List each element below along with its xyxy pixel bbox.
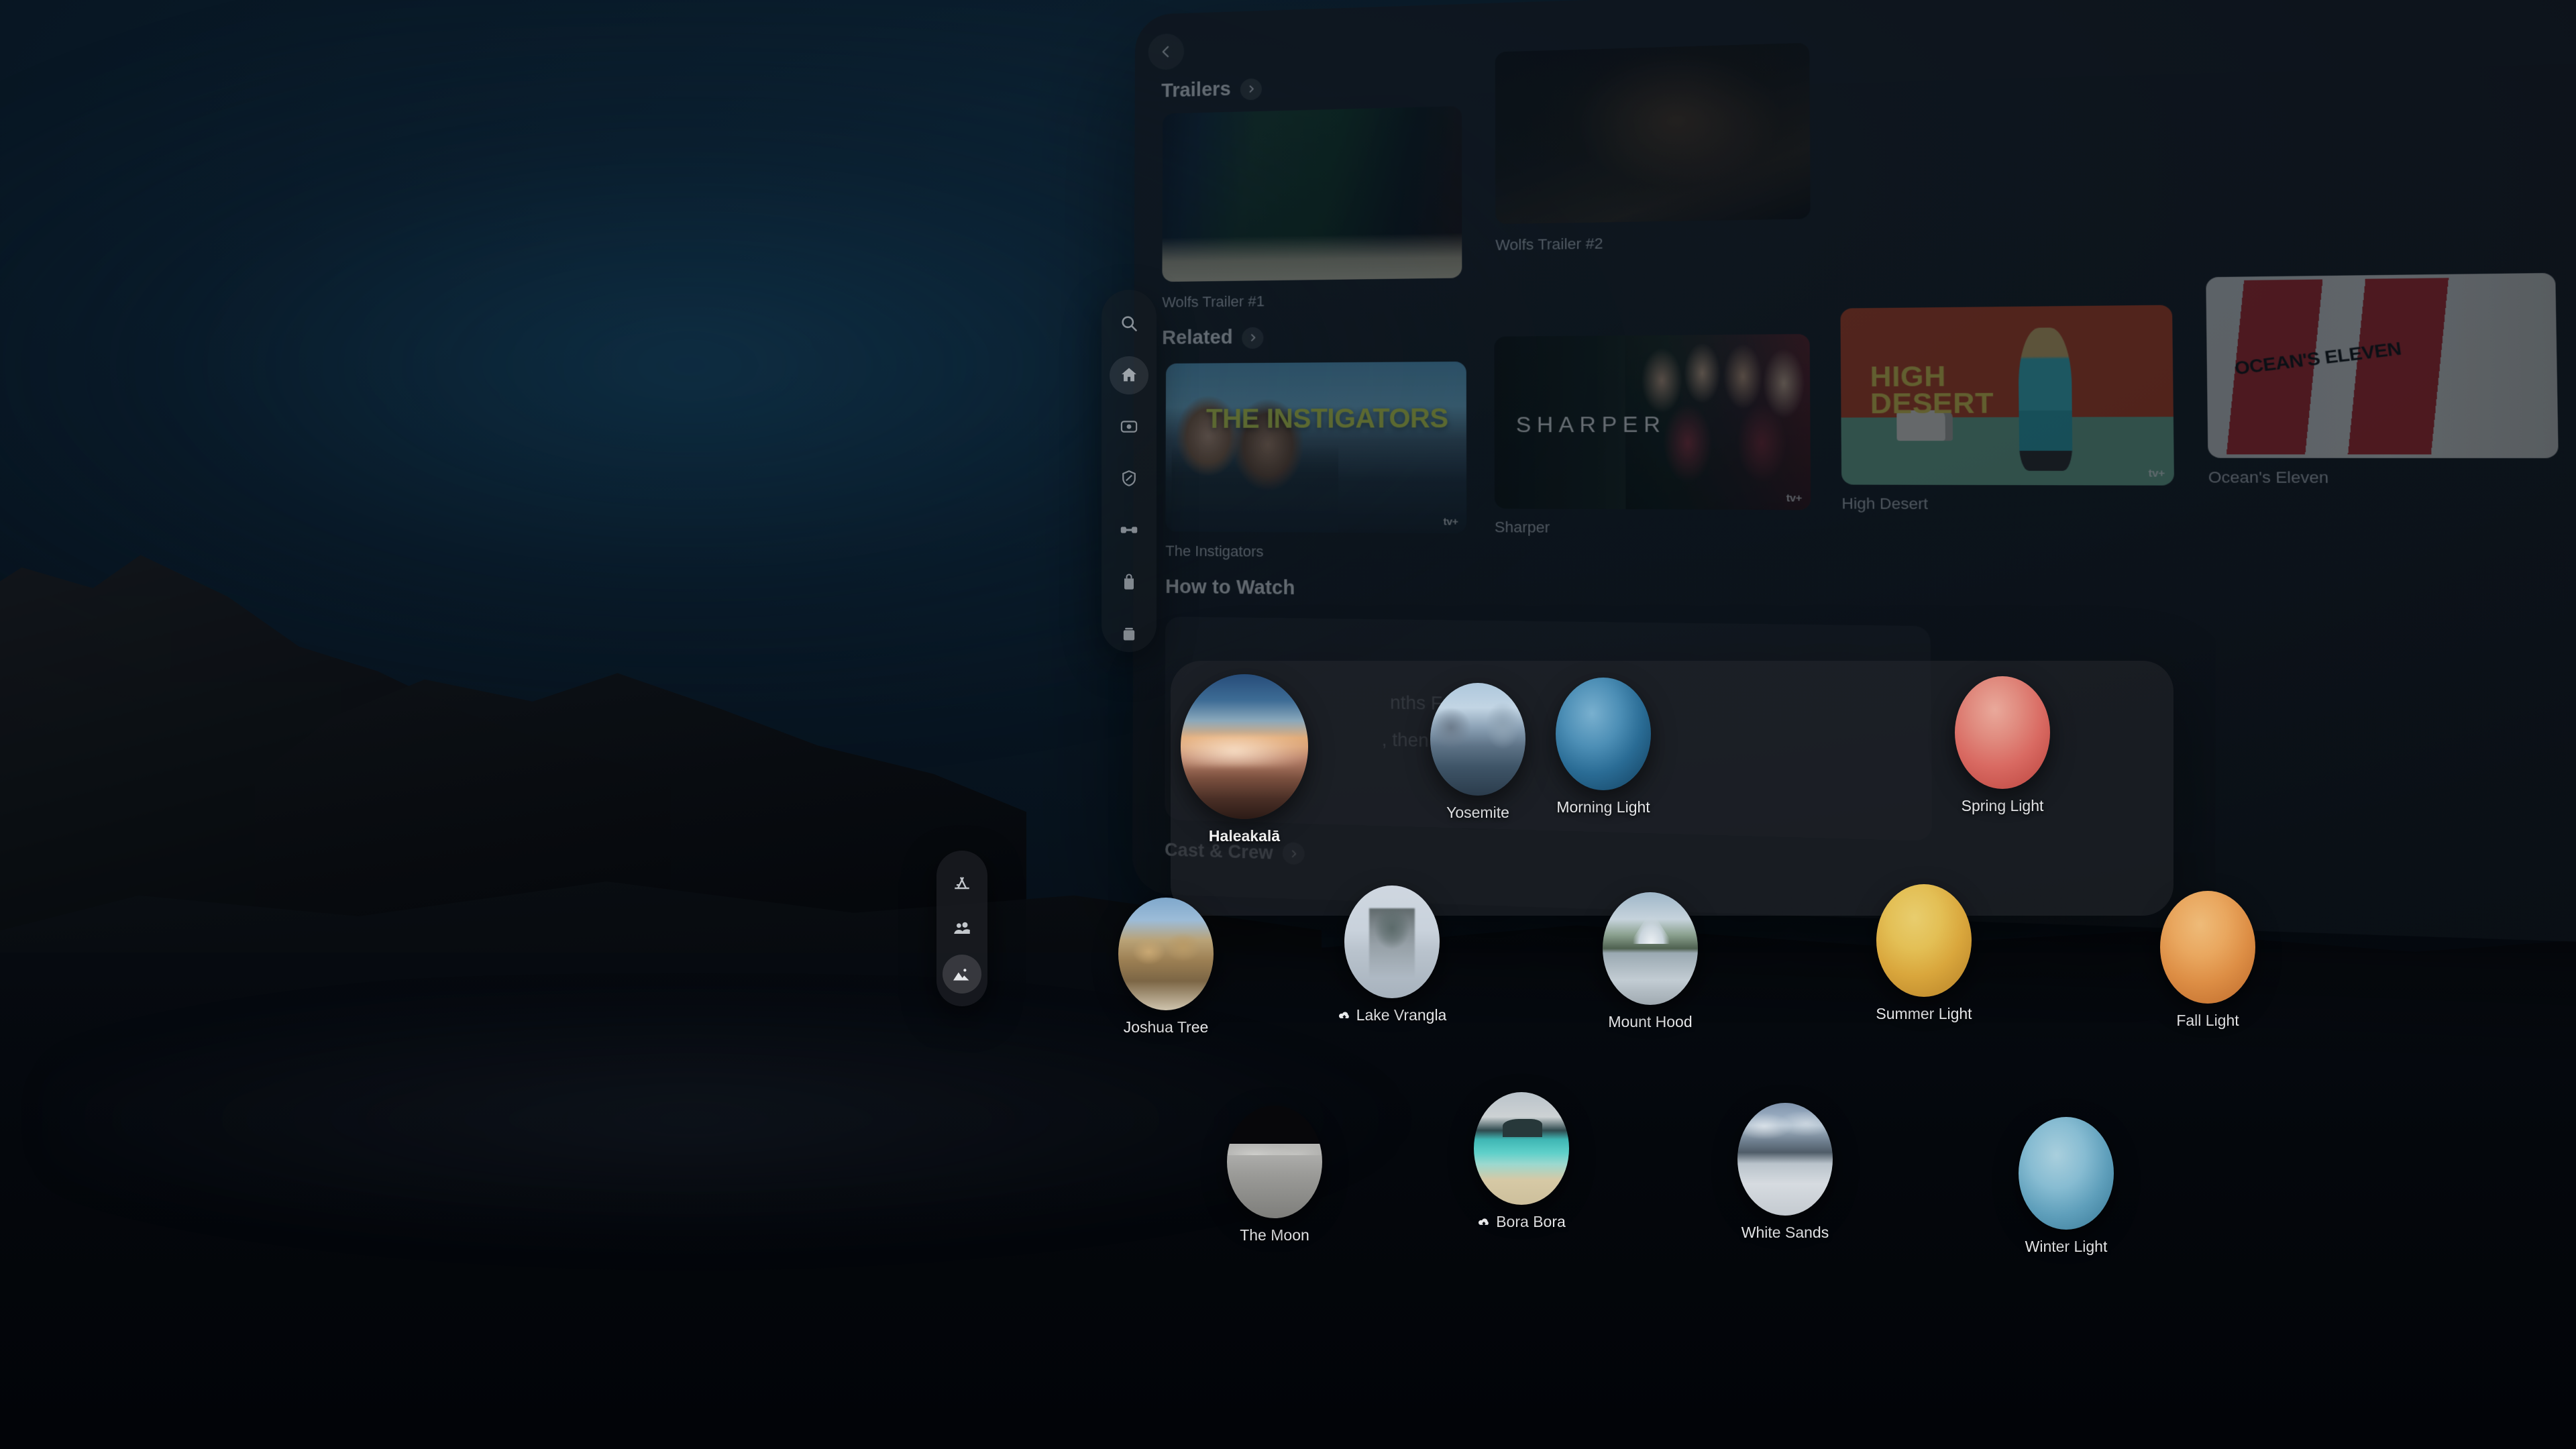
environment-item-yosemite[interactable]: Yosemite <box>1407 683 1548 822</box>
environment-label: Summer Light <box>1876 1005 1972 1022</box>
environment-label: Lake Vrangla <box>1322 1006 1462 1024</box>
home-ornament <box>936 851 987 1006</box>
environment-item-joshua-tree[interactable]: Joshua Tree <box>1095 898 1236 1036</box>
ornament-item-people[interactable] <box>943 909 981 948</box>
environment-label: White Sands <box>1741 1224 1829 1241</box>
environment-label: Spring Light <box>1961 797 2044 814</box>
environment-item-bora-bora[interactable]: Bora Bora <box>1451 1092 1592 1231</box>
environment-thumbnail[interactable] <box>1876 884 1972 997</box>
environment-thumbnail[interactable] <box>1430 683 1525 796</box>
environment-item-lake-vrangla[interactable]: Lake Vrangla <box>1322 885 1462 1024</box>
environments-icon <box>953 969 969 981</box>
environment-thumbnail[interactable] <box>1344 885 1440 998</box>
environment-item-winter-light[interactable]: Winter Light <box>1996 1117 2137 1256</box>
ornament-item-environments[interactable] <box>943 955 981 994</box>
environment-item-morning-light[interactable]: Morning Light <box>1533 678 1674 816</box>
environment-thumbnail[interactable] <box>1603 892 1698 1005</box>
environment-item-fall-light[interactable]: Fall Light <box>2137 891 2278 1030</box>
environment-thumbnail[interactable] <box>2160 891 2255 1004</box>
download-cloud-icon <box>1479 1218 1489 1225</box>
visionos-stage: Trailers Wolfs Trailer #1 Wolfs Trailer … <box>0 0 2576 1449</box>
environment-label: Mount Hood <box>1608 1013 1693 1030</box>
environment-label: Joshua Tree <box>1123 1018 1209 1036</box>
download-cloud-icon <box>1338 1011 1349 1018</box>
environment-thumbnail[interactable] <box>1474 1092 1569 1205</box>
environment-thumbnail[interactable] <box>2019 1117 2114 1230</box>
environment-label: Winter Light <box>2025 1238 2108 1255</box>
environment-item-spring-light[interactable]: Spring Light <box>1932 676 2073 815</box>
environment-label: Morning Light <box>1556 798 1650 816</box>
environment-item-the-moon[interactable]: The Moon <box>1204 1106 1345 1244</box>
app-library-icon <box>955 877 969 890</box>
people-icon <box>954 922 970 934</box>
environment-label: Yosemite <box>1446 804 1509 821</box>
environment-item-summer-light[interactable]: Summer Light <box>1854 884 1994 1023</box>
environment-thumbnail[interactable] <box>1955 676 2050 789</box>
environment-label: Bora Bora <box>1451 1213 1592 1231</box>
environment-thumbnail[interactable] <box>1181 674 1308 819</box>
environment-thumbnail[interactable] <box>1227 1106 1322 1218</box>
environment-thumbnail[interactable] <box>1556 678 1651 790</box>
environment-item-white-sands[interactable]: White Sands <box>1715 1103 1856 1242</box>
environment-label: Haleakalā <box>1208 827 1281 845</box>
environment-item-mount-hood[interactable]: Mount Hood <box>1580 892 1721 1031</box>
environment-item-haleakala[interactable]: Haleakalā <box>1174 674 1315 845</box>
environment-label: Fall Light <box>2176 1012 2239 1029</box>
environment-label: The Moon <box>1240 1226 1309 1244</box>
ornament-item-apps[interactable] <box>943 863 981 902</box>
environments-grid: Haleakalā Yosemite Morning Light Spring … <box>0 0 2576 1449</box>
environment-thumbnail[interactable] <box>1737 1103 1833 1216</box>
environment-thumbnail[interactable] <box>1118 898 1214 1010</box>
